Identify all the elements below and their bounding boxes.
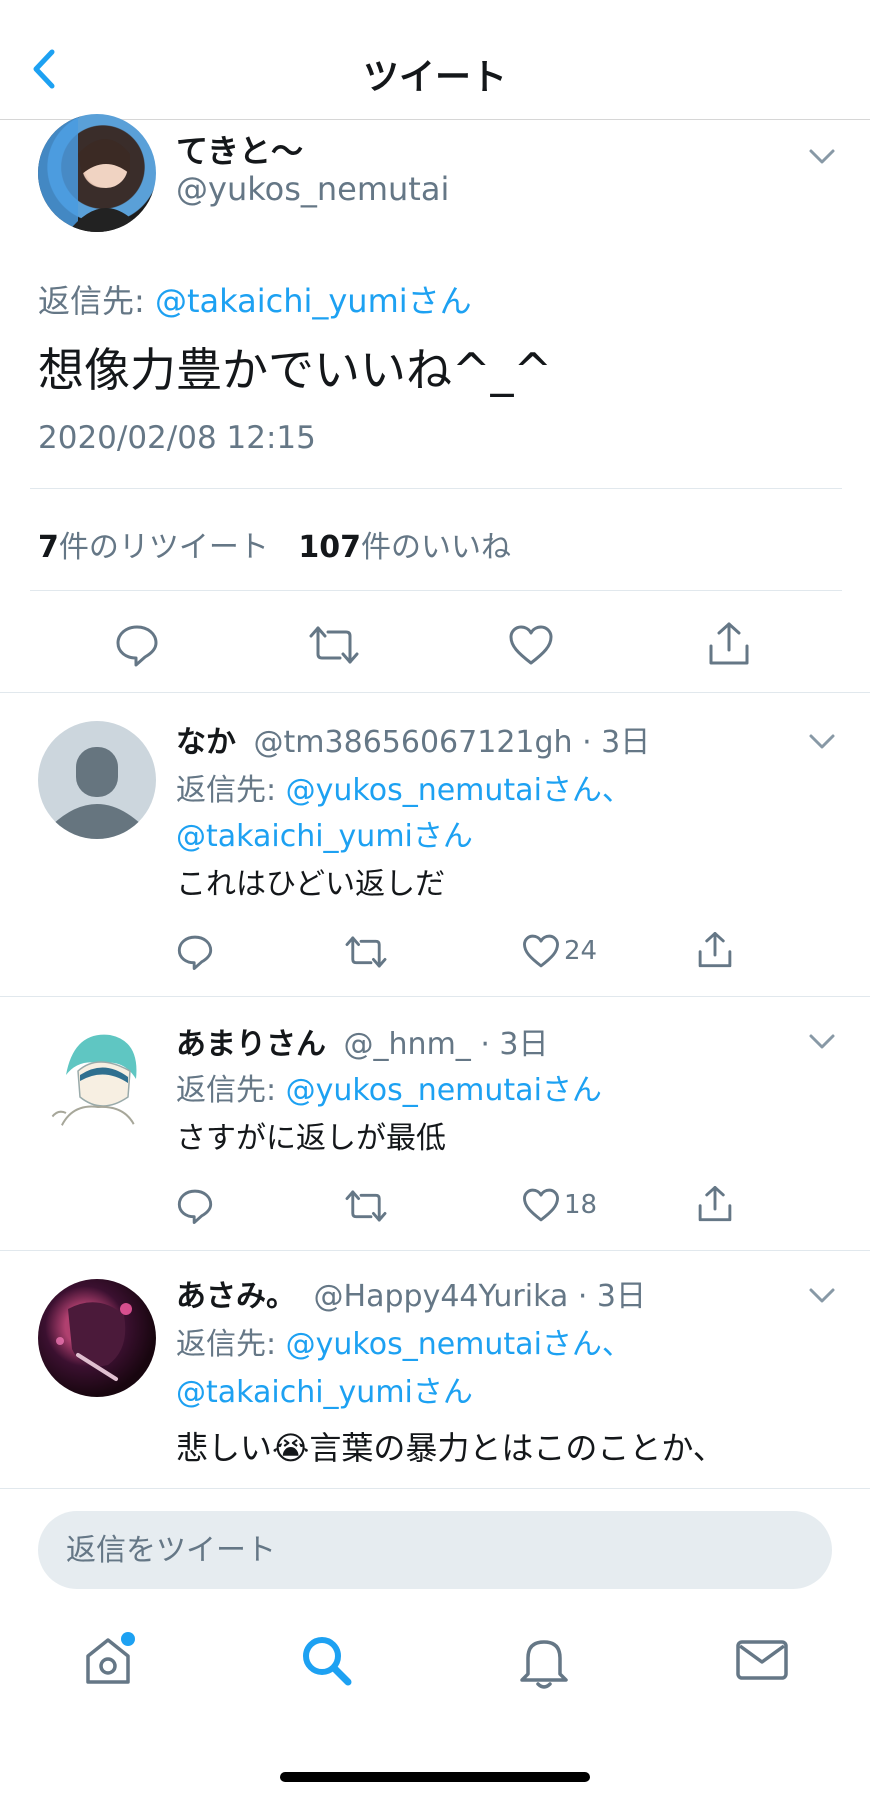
reply-time: · 3日 (577, 1279, 647, 1314)
like-heart-icon[interactable] (508, 624, 554, 666)
tweet-text: 想像力豊かでいいね^_^ (38, 343, 553, 397)
reply-to-line: 返信先: @yukos_nemutaiさん、 (176, 1319, 632, 1363)
reply-to-prefix: 返信先: (176, 1073, 286, 1108)
reply-tweet[interactable]: あまりさん @_hnm_ · 3日 返信先: @yukos_nemutaiさん … (0, 996, 870, 1250)
reply-author-name[interactable]: なか (176, 725, 236, 760)
reply-icon[interactable] (176, 1187, 214, 1225)
reply-to-handle-link[interactable]: @yukos_nemutaiさん、 (286, 1327, 632, 1362)
tweet-timestamp: 2020/02/08 12:15 (38, 420, 316, 456)
reply-text: 悲しい😭言葉の暴力とはこのことか、 (176, 1423, 725, 1469)
avatar[interactable] (38, 1279, 156, 1397)
reply-text-part: 言葉の暴力とはこのことか、 (309, 1429, 725, 1467)
reply-to-line: 返信先: @yukos_nemutaiさん (176, 1065, 602, 1109)
reply-composer (0, 1488, 870, 1589)
avatar[interactable] (38, 1019, 156, 1137)
reply-tweet[interactable]: あさみ。 @Happy44Yurika · 3日 返信先: @yukos_nem… (0, 1250, 870, 1488)
reply-to-prefix: 返信先: (176, 773, 286, 808)
reply-text: これはひどい返しだ (176, 867, 446, 902)
divider (30, 488, 842, 489)
share-icon[interactable] (706, 620, 752, 668)
reply-to-prefix: 返信先: (38, 282, 155, 320)
retweet-count: 7 (38, 530, 59, 565)
retweet-icon[interactable] (344, 933, 388, 971)
reply-text: さすがに返しが最低 (176, 1121, 446, 1156)
like-heart-icon (523, 934, 559, 968)
retweet-icon[interactable] (344, 1187, 388, 1225)
reply-to-handle-link[interactable]: @yukos_nemutaiさん (286, 1073, 602, 1108)
bottom-tab-bar (0, 1600, 870, 1720)
reply-icon[interactable] (114, 622, 160, 668)
reply-author-handle[interactable]: @tm38656067121gh (254, 725, 573, 760)
top-nav-bar: ツイート (0, 0, 870, 120)
retweet-stat[interactable]: 7件のリツイート (38, 530, 278, 565)
chevron-down-icon[interactable] (808, 1287, 836, 1305)
reply-to-prefix: 返信先: (176, 1327, 286, 1362)
mail-icon[interactable] (732, 1630, 792, 1690)
crying-face-emoji: 😭 (272, 1429, 310, 1467)
like-stat[interactable]: 107件のいいね (298, 530, 511, 565)
reply-time: · 3日 (582, 725, 651, 760)
reply-to-handle-link[interactable]: @takaichi_yumiさん (155, 282, 472, 320)
reply-header: あまりさん @_hnm_ · 3日 (176, 1019, 549, 1063)
like-action[interactable]: 24 (522, 933, 597, 969)
reply-icon[interactable] (176, 933, 214, 971)
reply-to-line: 返信先: @takaichi_yumiさん (38, 276, 472, 322)
reply-tweet[interactable]: なか @tm38656067121gh · 3日 返信先: @yukos_nem… (0, 692, 870, 996)
reply-text-part: 悲しい (176, 1429, 273, 1467)
chevron-down-icon[interactable] (808, 148, 836, 166)
reply-to-handle-link[interactable]: @takaichi_yumiさん (176, 1367, 473, 1411)
home-icon[interactable] (78, 1630, 138, 1690)
reply-header: なか @tm38656067121gh · 3日 (176, 717, 650, 761)
reply-to-handle-link[interactable]: @yukos_nemutaiさん、 (286, 773, 632, 808)
reply-author-name[interactable]: あさみ。 (176, 1279, 296, 1314)
avatar[interactable] (38, 114, 156, 232)
reply-to-handle-link[interactable]: @takaichi_yumiさん (176, 811, 473, 855)
author-handle[interactable]: @yukos_nemutai (176, 170, 449, 208)
home-indicator (280, 1772, 590, 1782)
notification-dot (121, 1632, 135, 1646)
divider (30, 590, 842, 591)
like-count: 24 (564, 936, 598, 966)
reply-to-line: 返信先: @yukos_nemutaiさん、 (176, 765, 632, 809)
chevron-down-icon[interactable] (808, 733, 836, 751)
default-avatar[interactable] (38, 721, 156, 839)
chevron-down-icon[interactable] (808, 1033, 836, 1051)
reply-author-handle[interactable]: @_hnm_ (344, 1027, 471, 1062)
retweet-icon[interactable] (308, 622, 360, 668)
reply-input[interactable] (38, 1511, 832, 1589)
search-icon[interactable] (296, 1630, 356, 1690)
like-count: 18 (564, 1190, 598, 1220)
share-icon[interactable] (696, 1183, 734, 1225)
engagement-stats: 7件のリツイート 107件のいいね (38, 522, 511, 566)
like-label: 件のいいね (361, 530, 512, 565)
share-icon[interactable] (696, 929, 734, 971)
reply-author-handle[interactable]: @Happy44Yurika (314, 1279, 569, 1314)
like-count: 107 (298, 530, 362, 565)
page-title: ツイート (362, 57, 507, 98)
author-name[interactable]: てきと〜 (176, 126, 303, 172)
bell-icon[interactable] (514, 1630, 574, 1690)
retweet-label: 件のリツイート (58, 530, 269, 565)
reply-author-name[interactable]: あまりさん (176, 1027, 326, 1062)
like-action[interactable]: 18 (522, 1187, 597, 1223)
like-heart-icon (523, 1188, 559, 1222)
reply-time: · 3日 (480, 1027, 549, 1062)
reply-header: あさみ。 @Happy44Yurika · 3日 (176, 1271, 646, 1315)
